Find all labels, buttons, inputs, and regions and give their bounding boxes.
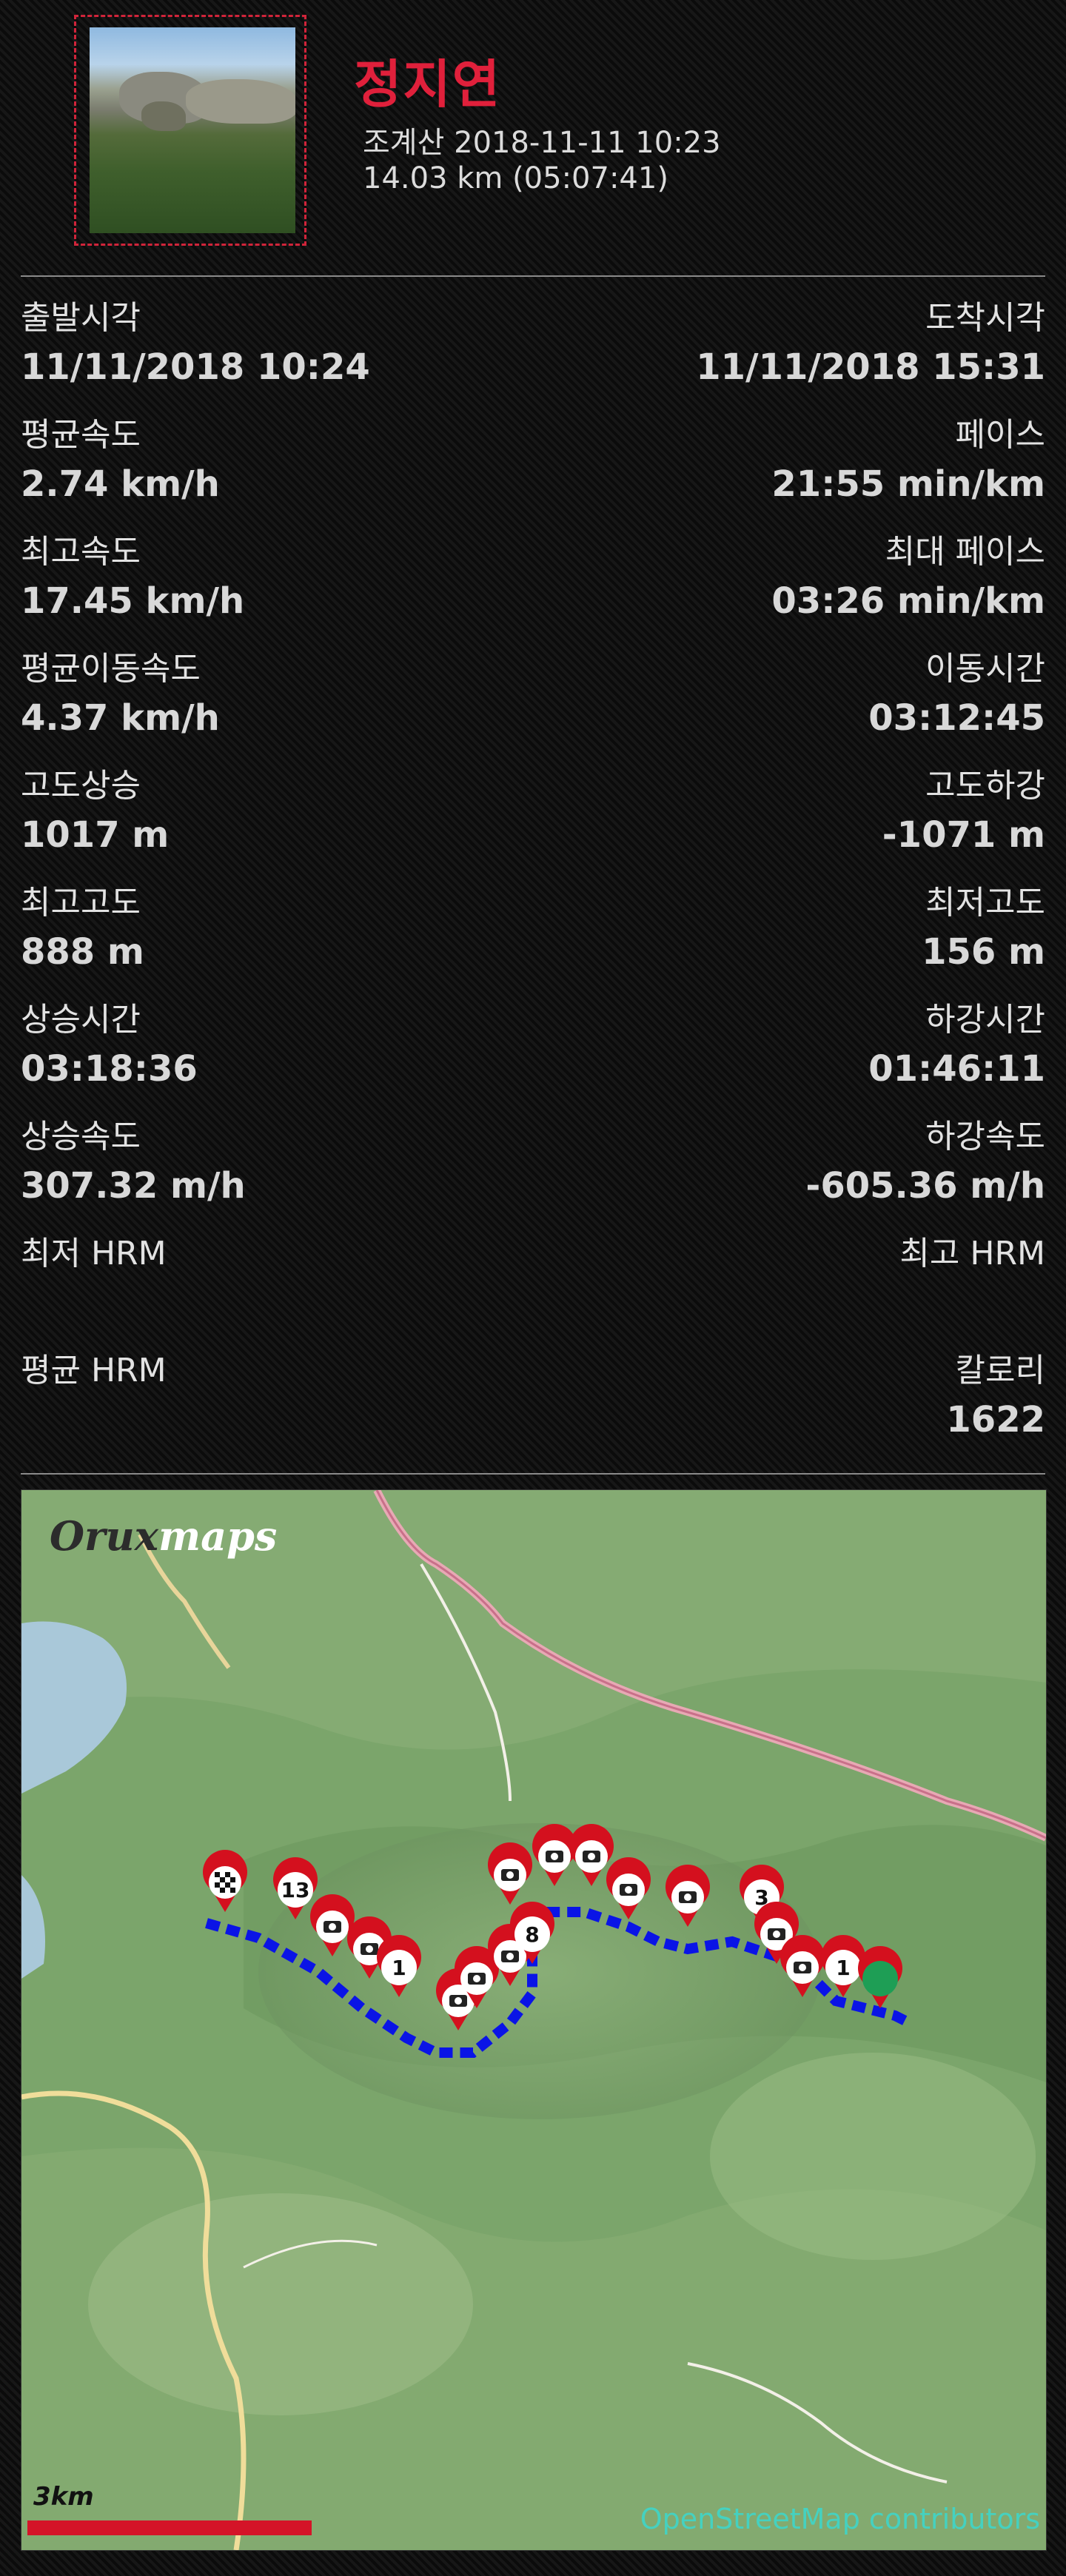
stat-right: 고도하강 -1071 m	[882, 764, 1045, 862]
stat-label: 고도하강	[925, 767, 1045, 805]
stat-label: 최고 HRM	[899, 1235, 1045, 1272]
oruxmaps-logo: Oruxmaps	[50, 1512, 278, 1560]
stat-value: 03:26 min/km	[771, 580, 1045, 622]
stat-left: 상승시간 03:18:36	[21, 998, 198, 1096]
stat-value: 03:12:45	[868, 697, 1045, 739]
stat-value: 01:46:11	[868, 1048, 1045, 1090]
stat-left: 고도상승 1017 m	[21, 764, 169, 862]
stat-value: 1622	[946, 1399, 1045, 1440]
svg-text:1: 1	[392, 1956, 406, 1980]
stat-label: 하강속도	[925, 1118, 1045, 1155]
stat-value: 21:55 min/km	[771, 463, 1045, 505]
map-scale-label: 3km	[33, 2482, 94, 2512]
stat-value: 156 m	[922, 931, 1045, 973]
stat-right: 최고 HRM	[899, 1232, 1045, 1276]
stat-left: 최고속도 17.45 km/h	[21, 530, 244, 628]
stats-row: 평균 HRM 칼로리 1622	[21, 1349, 1045, 1466]
stat-label: 평균 HRM	[21, 1352, 167, 1389]
stat-left: 출발시각 11/11/2018 10:24	[21, 296, 370, 394]
stats-row: 고도상승 1017 m 고도하강 -1071 m	[21, 764, 1045, 881]
stat-value: 11/11/2018 10:24	[21, 346, 370, 388]
stats-row: 최고속도 17.45 km/h 최대 페이스 03:26 min/km	[21, 530, 1045, 647]
stats-row: 최저 HRM 최고 HRM	[21, 1232, 1045, 1349]
svg-text:8: 8	[525, 1922, 539, 1947]
stat-right: 페이스 21:55 min/km	[771, 413, 1045, 511]
stat-left: 평균이동속도 4.37 km/h	[21, 647, 220, 745]
stats-divider	[21, 1473, 1045, 1475]
stat-left: 평균속도 2.74 km/h	[21, 413, 220, 511]
stat-label: 칼로리	[955, 1352, 1045, 1389]
stat-value: 888 m	[21, 931, 144, 973]
stat-label: 이동시간	[925, 650, 1045, 688]
stat-value: 11/11/2018 15:31	[696, 346, 1045, 388]
map-canvas: 13 1 8 3 1	[21, 1490, 1046, 2550]
stats-row: 상승시간 03:18:36 하강시간 01:46:11	[21, 998, 1045, 1115]
stat-value: 307.32 m/h	[21, 1165, 246, 1207]
stat-right: 하강시간 01:46:11	[868, 998, 1045, 1096]
stat-left: 최저 HRM	[21, 1232, 167, 1276]
stat-right: 이동시간 03:12:45	[868, 647, 1045, 745]
stat-label: 페이스	[955, 416, 1045, 454]
stats-row: 상승속도 307.32 m/h 하강속도 -605.36 m/h	[21, 1115, 1045, 1232]
stat-value: 2.74 km/h	[21, 463, 220, 505]
stat-label: 최대 페이스	[885, 533, 1045, 571]
svg-text:13: 13	[281, 1878, 310, 1902]
stats-row: 평균속도 2.74 km/h 페이스 21:55 min/km	[21, 413, 1045, 530]
stat-right: 칼로리 1622	[946, 1349, 1045, 1446]
header-divider	[21, 275, 1045, 277]
stats-row: 평균이동속도 4.37 km/h 이동시간 03:12:45	[21, 647, 1045, 764]
stat-value: 4.37 km/h	[21, 697, 220, 739]
stat-label: 평균속도	[21, 416, 141, 454]
stat-left: 평균 HRM	[21, 1349, 167, 1393]
track-summary: 14.03 km (05:07:41)	[363, 161, 668, 195]
stat-right: 최저고도 156 m	[922, 881, 1045, 979]
map-attribution[interactable]: OpenStreetMap contributors	[640, 2503, 1040, 2535]
stat-label: 상승속도	[21, 1118, 141, 1155]
stat-value: -1071 m	[882, 814, 1045, 856]
stat-label: 평균이동속도	[21, 650, 201, 688]
stat-label: 고도상승	[21, 767, 141, 805]
stat-label: 최고속도	[21, 533, 141, 571]
stat-label: 최저고도	[925, 884, 1045, 922]
stat-label: 하강시간	[925, 1001, 1045, 1039]
stat-label: 최저 HRM	[21, 1235, 167, 1272]
stats-grid: 출발시각 11/11/2018 10:24 도착시각 11/11/2018 15:31…	[21, 296, 1045, 1466]
track-map[interactable]: 13 1 8 3 1 Oruxmaps 3km OpenStreetMap co…	[21, 1489, 1047, 2551]
stat-value: -605.36 m/h	[805, 1165, 1045, 1207]
stat-left: 상승속도 307.32 m/h	[21, 1115, 246, 1212]
track-photo	[90, 27, 295, 233]
stat-value: 03:18:36	[21, 1048, 198, 1090]
stat-label: 최고고도	[21, 884, 141, 922]
stat-right: 도착시각 11/11/2018 15:31	[696, 296, 1045, 394]
stat-value: 17.45 km/h	[21, 580, 245, 622]
stat-right: 하강속도 -605.36 m/h	[805, 1115, 1045, 1212]
track-header: 정지연 조계산 2018-11-11 10:23 14.03 km (05:07…	[0, 0, 1066, 274]
stat-label: 출발시각	[21, 299, 141, 337]
stat-label: 상승시간	[21, 1001, 141, 1039]
svg-text:1: 1	[836, 1956, 850, 1980]
track-photo-frame[interactable]	[74, 15, 306, 246]
stat-left: 최고고도 888 m	[21, 881, 144, 979]
track-name: 정지연	[354, 54, 502, 115]
stat-value: 1017 m	[21, 814, 170, 856]
track-subtitle: 조계산 2018-11-11 10:23	[363, 126, 721, 160]
stat-right: 최대 페이스 03:26 min/km	[771, 530, 1045, 628]
stat-label: 도착시각	[925, 299, 1045, 337]
stats-row: 출발시각 11/11/2018 10:24 도착시각 11/11/2018 15:31	[21, 296, 1045, 413]
stats-row: 최고고도 888 m 최저고도 156 m	[21, 881, 1045, 998]
map-scale-bar	[27, 2520, 312, 2535]
